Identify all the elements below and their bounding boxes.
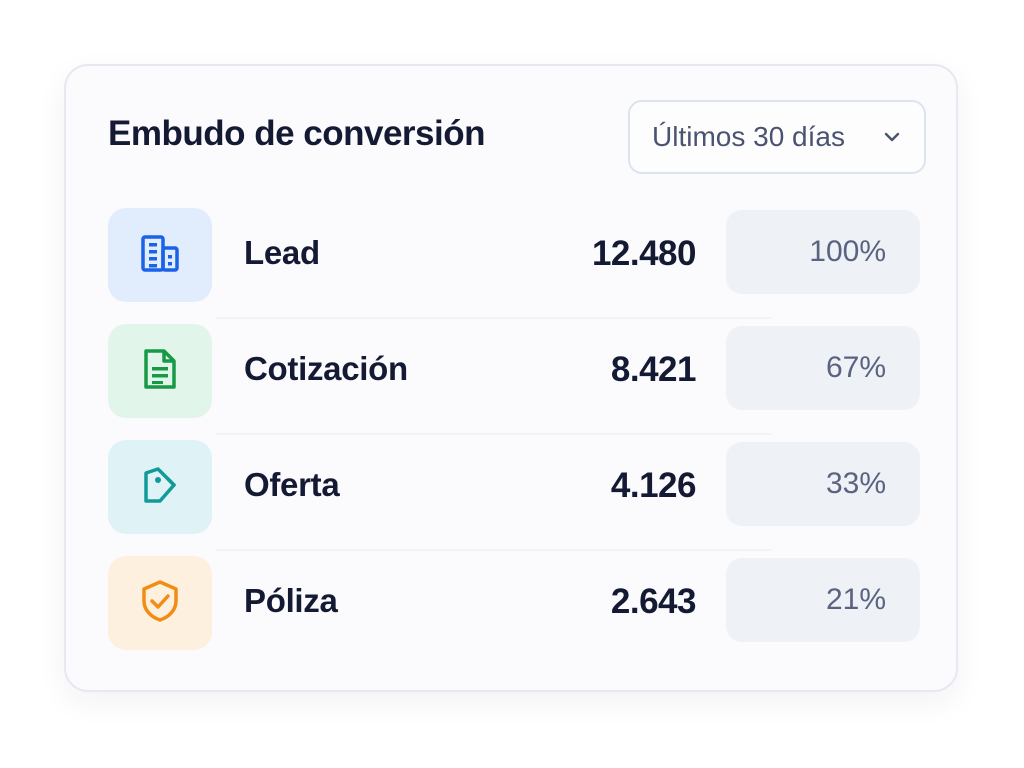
stage-name: Lead [244,234,320,271]
stage-count: 4.126 [610,466,697,505]
funnel-stage-oferta: Oferta 4.126 33% [108,440,920,534]
conversion-funnel-card: Embudo de conversión Últimos 30 días Lea… [64,64,958,692]
funnel-stage-cotizacion: Cotización 8.421 67% [108,324,920,418]
stage-percent: 33% [825,467,886,500]
stage-count: 8.421 [610,350,697,389]
funnel-stage-poliza: Póliza 2.643 21% [108,556,920,650]
building-icon [139,232,181,279]
divider [216,433,772,435]
stage-count: 12.480 [591,234,697,273]
stage-name: Cotización [244,350,408,387]
stage-icon-box [108,208,212,302]
document-icon [140,347,180,396]
divider [216,549,772,551]
stage-name: Póliza [244,582,338,619]
stage-icon-box [108,440,212,534]
stage-percent-badge: 100% [726,210,920,294]
card-title: Embudo de conversión [108,114,486,153]
divider [216,317,772,319]
stage-count: 2.643 [610,582,697,621]
date-range-label: Últimos 30 días [652,121,845,152]
date-range-select[interactable]: Últimos 30 días [628,100,926,174]
stage-percent: 21% [825,583,886,616]
funnel-stage-lead: Lead 12.480 100% [108,208,920,302]
stage-icon-box [108,556,212,650]
stage-percent-badge: 33% [726,442,920,526]
stage-icon-box [108,324,212,418]
tag-icon [138,463,182,512]
stage-percent: 100% [809,235,886,268]
stage-percent-badge: 67% [726,326,920,410]
chevron-down-icon [882,127,902,147]
shield-check-icon [138,578,182,629]
stage-name: Oferta [244,466,340,503]
stage-percent: 67% [825,351,886,384]
stage-percent-badge: 21% [726,558,920,642]
